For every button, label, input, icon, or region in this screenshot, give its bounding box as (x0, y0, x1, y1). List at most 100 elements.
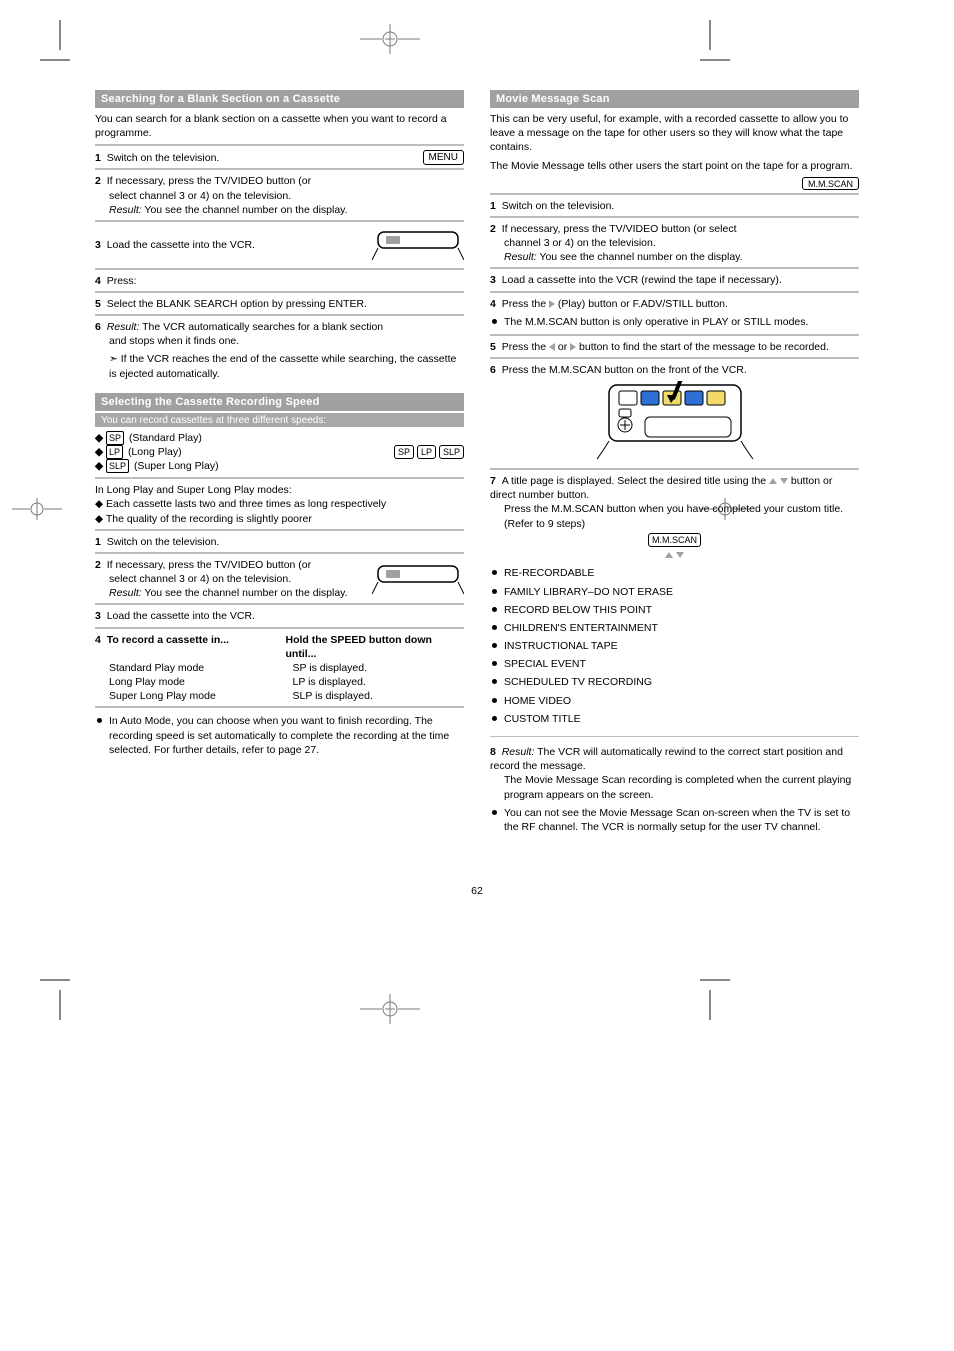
crop-bottom-right (700, 970, 750, 1020)
r-s4note: The M.M.SCAN button is only operative in… (490, 313, 859, 331)
l-s4g: SP is displayed. (293, 661, 465, 675)
r-s2c: You see the channel number on the displa… (539, 251, 742, 263)
title-5: SPECIAL EVENT (490, 655, 859, 673)
crop-bottom-left (20, 970, 70, 1020)
title-0: RE-RECORDABLE (490, 564, 859, 582)
l-s4i: SLP is displayed. (293, 689, 465, 703)
l-step2c: You see the channel number on the displa… (144, 204, 347, 216)
slp-desc: (Super Long Play) (134, 460, 219, 472)
cassette-slot-icon (372, 226, 464, 265)
mms-button-label: M.M.SCAN (802, 177, 859, 190)
cassette-slot-icon-2 (372, 560, 464, 599)
r-s7b: Press the M.M.SCAN button when you have … (490, 502, 859, 530)
title-4: INSTRUCTIONAL TAPE (490, 637, 859, 655)
l-s4f: Hold the SPEED button down until... (286, 634, 432, 660)
r-s2a: If necessary, press the TV/VIDEO button … (502, 223, 737, 235)
rule (490, 193, 859, 195)
lpnote-b: Each cassette lasts two and three times … (106, 498, 386, 510)
rule (490, 216, 859, 218)
rule (95, 144, 464, 146)
l-s4c: Standard Play mode (95, 661, 281, 675)
rule (490, 357, 859, 359)
r-s1: Switch on the television. (502, 200, 615, 212)
l-s4d: Long Play mode (95, 675, 281, 689)
rule (95, 291, 464, 293)
title-8: CUSTOM TITLE (490, 710, 859, 728)
page-sheet: Searching for a Blank Section on a Casse… (0, 0, 954, 1351)
l-step6b: and stops when it finds one. (95, 334, 464, 348)
l-step5: Select the BLANK SEARCH option by pressi… (107, 298, 367, 310)
mms-button-inline: M.M.SCAN (648, 533, 701, 547)
r-s4a: Press the (502, 298, 549, 310)
rule (490, 468, 859, 470)
title-3: CHILDREN'S ENTERTAINMENT (490, 619, 859, 637)
l-s4h: LP is displayed. (293, 675, 465, 689)
l-step1: Switch on the television. (107, 152, 220, 164)
r-s4b: (Play) button or F.ADV/STILL button. (555, 298, 728, 310)
auto-mode-text: In Auto Mode, you can choose when you wa… (95, 712, 464, 759)
r-s6: Press the M.M.SCAN button on the front o… (502, 364, 747, 376)
r-s2b: channel 3 or 4) on the television. (490, 236, 859, 250)
l-step6a: The VCR automatically searches for a bla… (142, 321, 383, 333)
r-s8note: You can not see the Movie Message Scan o… (490, 804, 859, 836)
menu-button-label: MENU (423, 150, 464, 165)
l-step6note: If the VCR reaches the end of the casset… (109, 353, 456, 379)
l-s3b: Load the cassette into the VCR. (107, 610, 255, 622)
lp-label: LP (106, 445, 123, 459)
r-s8a: The VCR will automatically rewind to the… (490, 746, 843, 772)
r-s5c: button to find the start of the message … (576, 341, 829, 353)
crop-top-right (700, 20, 750, 70)
rule (95, 529, 464, 531)
hdr-blank-search: Searching for a Blank Section on a Casse… (95, 90, 464, 108)
l-step2a: If necessary, press the TV/VIDEO button … (107, 175, 311, 187)
rule (95, 168, 464, 170)
rule-thin (490, 736, 859, 737)
blank-intro: You can search for a blank section on a … (95, 112, 464, 140)
r-s5a: Press the (502, 341, 549, 353)
rule (95, 552, 464, 554)
l-step4: Press: (107, 275, 137, 287)
rule (95, 477, 464, 479)
rule (490, 267, 859, 269)
content-area: Searching for a Blank Section on a Casse… (95, 90, 859, 971)
l-step3: Load the cassette into the VCR. (107, 239, 255, 251)
l-s4b: To record a cassette in... (107, 634, 229, 646)
l-s2d: select channel 3 or 4) on the television… (95, 572, 372, 586)
left-column: Searching for a Blank Section on a Casse… (95, 90, 464, 971)
title-7: HOME VIDEO (490, 692, 859, 710)
l-s2c: If necessary, press the TV/VIDEO button … (107, 559, 311, 571)
rule (95, 706, 464, 708)
auto-mode-note: In Auto Mode, you can choose when you wa… (95, 712, 464, 759)
l-step2-res: Result: (109, 204, 142, 216)
l-s2e: You see the channel number on the displa… (144, 587, 347, 599)
title-2: RECORD BELOW THIS POINT (490, 601, 859, 619)
l-s1b: Switch on the television. (107, 536, 220, 548)
lpnote-c: The quality of the recording is slightly… (106, 513, 312, 525)
vcr-front-panel-icon (490, 381, 859, 464)
rule (490, 291, 859, 293)
reg-mark-bottom (360, 994, 420, 1024)
rule (95, 268, 464, 270)
title-6: SCHEDULED TV RECORDING (490, 673, 859, 691)
l-step2b: select channel 3 or 4) on the television… (95, 189, 464, 203)
rule (490, 334, 859, 336)
lp-desc: (Long Play) (128, 446, 182, 458)
rule (95, 627, 464, 629)
rule (95, 603, 464, 605)
reg-mark-top (360, 24, 420, 54)
sp-desc: (Standard Play) (129, 432, 202, 444)
rule (95, 314, 464, 316)
r-s7a: A title page is displayed. Select the de… (502, 475, 766, 487)
rule (95, 220, 464, 222)
slp-label: SLP (106, 459, 129, 473)
title-1: FAMILY LIBRARY–DO NOT ERASE (490, 583, 859, 601)
right-column: Movie Message Scan This can be very usef… (490, 90, 859, 971)
sp-label: SP (106, 431, 124, 445)
r-intro-b: The Movie Message tells other users the … (490, 159, 859, 173)
speed-intro: You can record cassettes at three differ… (95, 413, 464, 427)
r-intro-a: This can be very useful, for example, wi… (490, 112, 859, 155)
hdr-mms: Movie Message Scan (490, 90, 859, 108)
hdr-speed: Selecting the Cassette Recording Speed (95, 393, 464, 411)
r-s3: Load a cassette into the VCR (rewind the… (502, 274, 782, 286)
title-list: RE-RECORDABLE FAMILY LIBRARY–DO NOT ERAS… (490, 564, 859, 728)
